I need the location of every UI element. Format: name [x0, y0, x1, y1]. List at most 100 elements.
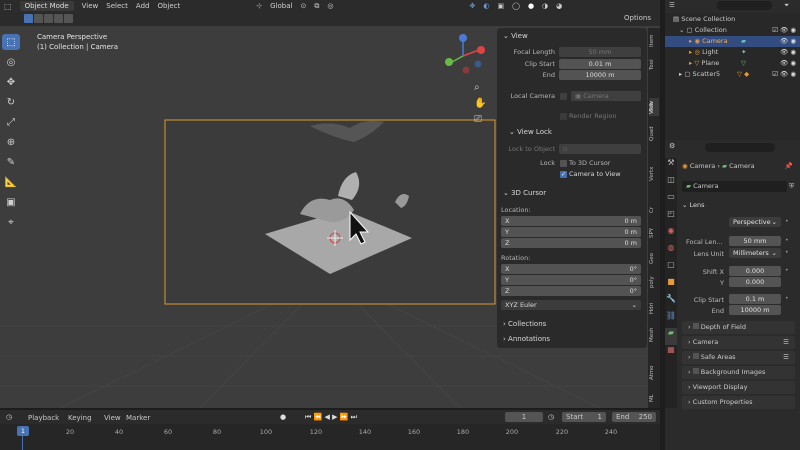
- tab-tool[interactable]: Tool: [649, 56, 659, 74]
- outliner-item-plane[interactable]: ▸ ▽ Plane ▽ 👁 ◉: [665, 58, 800, 69]
- tab-spy[interactable]: SPY: [649, 226, 659, 240]
- cursor-location-y-field[interactable]: Y0 m: [501, 227, 641, 237]
- lens-unit-dropdown[interactable]: Millimeters ⌄: [729, 248, 781, 258]
- texture-props-icon[interactable]: ▦: [665, 345, 677, 362]
- menu-view[interactable]: View: [82, 2, 99, 10]
- pivot-icon[interactable]: ⊙: [301, 2, 307, 10]
- menu-playback[interactable]: Playback: [28, 414, 59, 422]
- gizmo-toggle-icon[interactable]: ✥: [469, 2, 475, 10]
- lens-type-dropdown[interactable]: Perspective ⌄: [729, 217, 781, 227]
- overlay-toggle-icon[interactable]: ◐: [483, 2, 489, 10]
- fake-user-shield-icon[interactable]: ⛨: [789, 182, 794, 191]
- outliner-scatter-collection[interactable]: ▸ ▢ Scatter5 ▽ ◆ ☑ 👁 ◉: [665, 69, 800, 80]
- local-camera-field[interactable]: ▣ Camera: [571, 91, 641, 101]
- dof-checkbox[interactable]: [692, 323, 699, 329]
- clip-end-field[interactable]: 10000 m: [559, 70, 641, 80]
- menu-add[interactable]: Add: [136, 2, 150, 10]
- keyframe-dot-icon[interactable]: •: [785, 218, 789, 225]
- start-frame-field[interactable]: Start 1: [562, 412, 606, 422]
- add-cube-tool-icon[interactable]: ▣: [2, 194, 20, 210]
- menu-object[interactable]: Object: [157, 2, 180, 10]
- pin-icon[interactable]: 📌: [785, 160, 793, 172]
- timeline-scrubber[interactable]: 1 20 40 60 80 100 120 140 160 180 200 22…: [0, 424, 660, 450]
- outliner-editor-icon[interactable]: ☰: [669, 1, 675, 9]
- camera-view-icon[interactable]: ⎚: [474, 114, 482, 125]
- selection-mode-group[interactable]: [24, 14, 73, 23]
- select-extend-icon[interactable]: [34, 14, 43, 23]
- focal-length-field[interactable]: 50 mm: [729, 236, 781, 246]
- select-invert-icon[interactable]: [54, 14, 63, 23]
- camera-data-name-field[interactable]: ▰ Camera: [682, 181, 787, 192]
- outliner-search-input[interactable]: [716, 0, 772, 10]
- shift-y-field[interactable]: 0.000: [729, 277, 781, 287]
- shading-wire-icon[interactable]: ◯: [512, 2, 520, 10]
- camera-to-view-checkbox[interactable]: ✓: [560, 171, 567, 178]
- menu-keying[interactable]: Keying: [68, 414, 92, 422]
- 3d-cursor-header[interactable]: ⌄ 3D Cursor: [503, 189, 546, 197]
- annotate-tool-icon[interactable]: ✎: [2, 154, 20, 170]
- keyframe-dot-icon[interactable]: •: [785, 295, 789, 302]
- cursor-tool-icon[interactable]: ◎: [2, 54, 20, 70]
- select-subtract-icon[interactable]: [44, 14, 53, 23]
- camera-panel[interactable]: › Camera ☰: [682, 336, 795, 349]
- tab-atmo[interactable]: Atmo: [649, 364, 659, 382]
- keyframe-dot-icon[interactable]: •: [785, 237, 789, 244]
- tab-mesh[interactable]: Mesh: [649, 326, 659, 344]
- menu-timeline-view[interactable]: View: [104, 414, 121, 422]
- clip-end-field[interactable]: 10000 m: [729, 305, 781, 315]
- output-props-icon[interactable]: ▭: [665, 192, 677, 209]
- focal-length-field[interactable]: 50 mm: [559, 47, 641, 57]
- view-layer-props-icon[interactable]: ◰: [665, 209, 677, 226]
- render-region-checkbox[interactable]: [560, 113, 567, 120]
- outliner-scene-collection[interactable]: ▤ Scene Collection: [665, 14, 800, 25]
- world-props-icon[interactable]: ◍: [665, 243, 677, 260]
- mode-dropdown[interactable]: Object Mode: [19, 1, 74, 11]
- collections-panel-header[interactable]: › Collections: [503, 320, 546, 328]
- annotations-panel-header[interactable]: › Annotations: [503, 335, 550, 343]
- options-button[interactable]: Options: [624, 14, 651, 22]
- cursor-rotation-x-field[interactable]: X 0°: [501, 264, 641, 274]
- tab-hdri[interactable]: Hdri: [649, 300, 659, 316]
- clip-start-field[interactable]: 0.1 m: [729, 294, 781, 304]
- rotation-mode-dropdown[interactable]: XYZ Euler ⌄: [501, 300, 641, 310]
- current-frame-field[interactable]: 1: [505, 412, 543, 422]
- scene-props-icon[interactable]: ◉: [665, 226, 677, 243]
- tab-quad[interactable]: Quad: [649, 124, 659, 144]
- shading-solid-icon[interactable]: ●: [528, 2, 534, 10]
- collection-props-icon[interactable]: ▢: [665, 260, 677, 277]
- clip-start-field[interactable]: 0.01 m: [559, 59, 641, 69]
- background-images-checkbox[interactable]: [692, 368, 699, 374]
- keyframe-dot-icon[interactable]: •: [785, 267, 789, 274]
- safe-areas-checkbox[interactable]: [692, 353, 699, 359]
- pan-hand-icon[interactable]: ✋: [474, 98, 486, 109]
- custom-properties-panel[interactable]: › Custom Properties: [682, 396, 795, 409]
- tab-pp[interactable]: P.P: [649, 100, 659, 114]
- outliner-item-light[interactable]: ▸ ◎ Light ✦ 👁 ◉: [665, 47, 800, 58]
- playhead[interactable]: 1: [17, 426, 29, 436]
- list-icon[interactable]: ☰: [783, 351, 789, 364]
- cursor-rotation-z-field[interactable]: Z 0°: [501, 286, 641, 296]
- zoom-icon[interactable]: ⌕: [474, 82, 480, 93]
- outliner-collection[interactable]: ⌄ ▢ Collection ☑ 👁 ◉: [665, 25, 800, 36]
- transform-tool-icon[interactable]: ⊕: [2, 134, 20, 150]
- depth-of-field-panel[interactable]: › Depth of Field: [682, 321, 795, 334]
- collection-visibility-icon[interactable]: ☑ 👁 ◉: [772, 25, 796, 36]
- modifier-props-icon[interactable]: 🔧: [665, 294, 677, 311]
- cursor-location-x-field[interactable]: X0 m: [501, 216, 641, 226]
- lock-to-object-field[interactable]: ▫: [559, 144, 641, 154]
- outliner-item-camera[interactable]: ▸ ◉ Camera ▰ 👁 ◉: [665, 36, 800, 47]
- scale-tool-icon[interactable]: ⤢: [2, 114, 20, 130]
- shading-rendered-icon[interactable]: ◕: [556, 2, 562, 10]
- to-3d-cursor-checkbox[interactable]: [560, 160, 567, 167]
- rotate-tool-icon[interactable]: ↻: [2, 94, 20, 110]
- editor-type-icon[interactable]: ⬚: [4, 2, 12, 11]
- tab-geo[interactable]: Geo: [649, 250, 659, 266]
- select-new-icon[interactable]: [24, 14, 33, 23]
- tab-vertx[interactable]: Vertx: [649, 164, 659, 184]
- clock-icon[interactable]: ◷: [548, 413, 554, 421]
- local-camera-checkbox[interactable]: [560, 93, 567, 100]
- list-icon[interactable]: ☰: [783, 336, 789, 349]
- properties-editor-icon[interactable]: ⚙: [669, 142, 675, 150]
- cursor-rotation-y-field[interactable]: Y 0°: [501, 275, 641, 285]
- viewport-display-panel[interactable]: › Viewport Display: [682, 381, 795, 394]
